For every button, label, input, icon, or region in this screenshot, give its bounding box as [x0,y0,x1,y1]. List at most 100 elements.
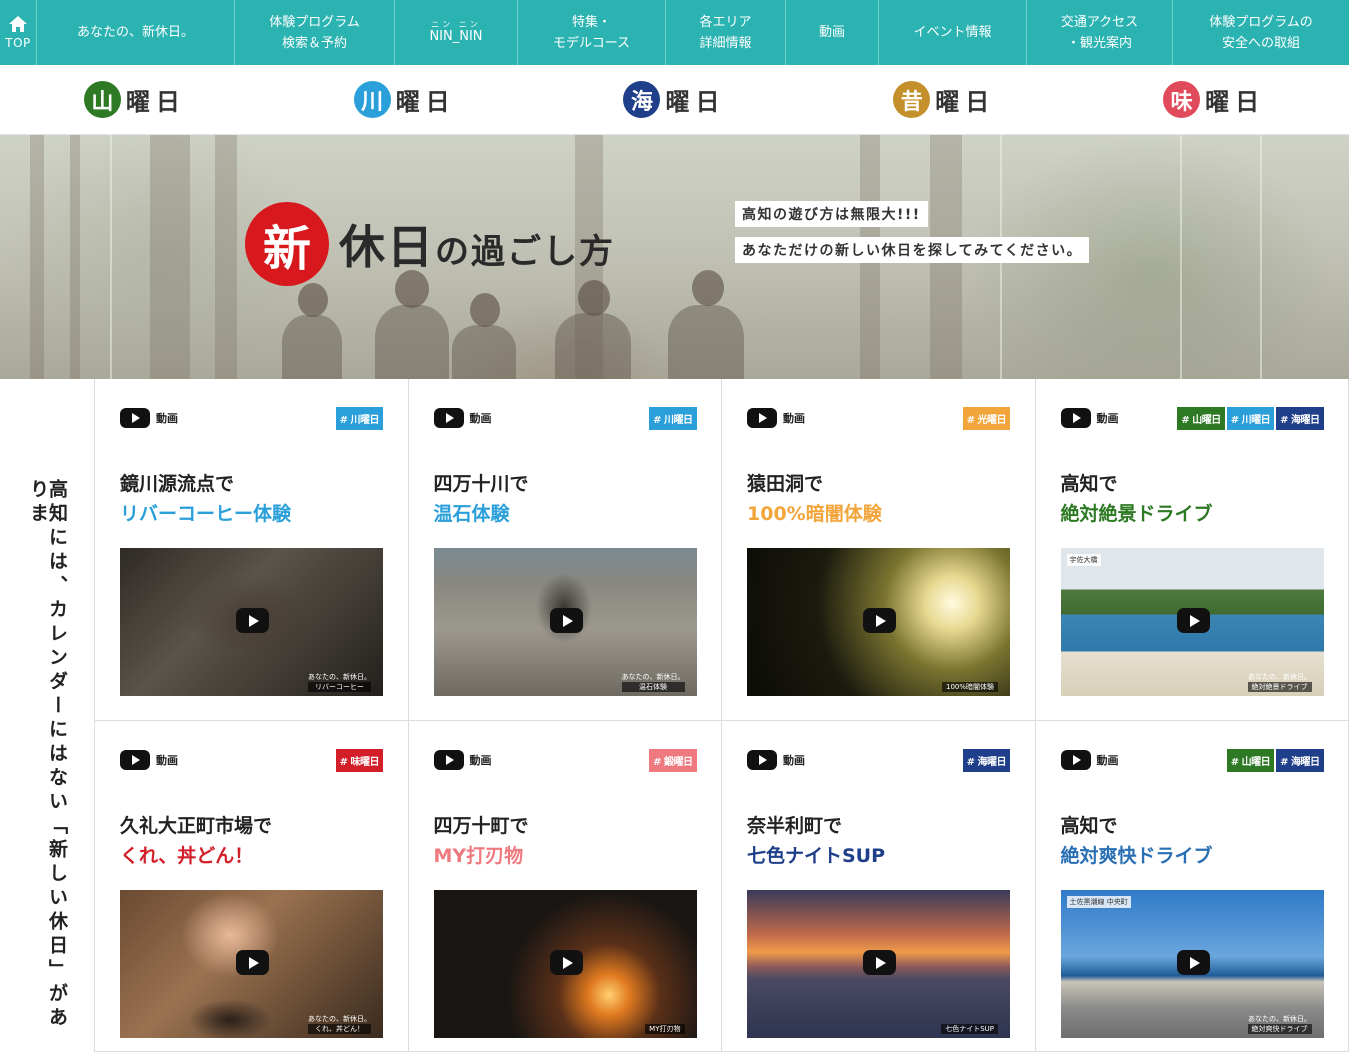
tag-list: # 山曜日 # 海曜日 [1226,748,1324,772]
thumbnail-brand: あなたの、新休日。 [1248,673,1311,681]
video-card[interactable]: 動画 # 川曜日 鏡川源流点で リバーコーヒー体験 あなたの、新休日。 リバーコ… [95,379,409,721]
video-thumbnail[interactable]: 七色ナイトSUP [747,890,1010,1038]
video-label: 動画 [1096,412,1119,425]
video-label: 動画 [156,412,178,425]
youtube-icon [1060,408,1091,428]
card-title-line1: 高知で [1060,473,1118,495]
video-thumbnail[interactable]: 土佐黒潮線 中央町 あなたの、新休日。 絶対爽快ドライブ [1060,890,1324,1038]
youtube-icon [120,750,150,770]
video-badge: 動画 [120,408,178,428]
card-title-line1: 久礼大正町市場で [120,815,273,837]
play-button-icon[interactable] [549,950,583,975]
video-card[interactable]: 動画 # 川曜日 四万十川で 温石体験 あなたの、新休日。 温石体験 [408,379,722,721]
video-thumbnail[interactable]: MY打刃物 [433,890,697,1038]
thumbnail-brand: あなたの、新休日。 [621,673,685,681]
play-button-icon[interactable] [1176,608,1210,633]
day-taste-link[interactable]: 味 曜日 [1079,65,1349,134]
video-thumbnail[interactable]: 宇佐大橋 あなたの、新休日。 絶対絶景ドライブ [1060,548,1324,696]
video-card[interactable]: 動画 # 味曜日 久礼大正町市場で くれ、丼どん！ あなたの、新休日。 くれ、丼… [95,721,409,1052]
day-category-bar: 山 曜日 川 曜日 海 曜日 昔 曜日 味 曜日 [0,65,1349,135]
thumbnail-caption-name: MY打刃物 [645,1024,685,1034]
category-tag[interactable]: # 川曜日 [1226,406,1275,430]
tag-list: # 川曜日 [649,406,697,430]
tag-list: # 光曜日 [962,406,1010,430]
video-card[interactable]: 動画 # 光曜日 猿田洞で 100%暗闇体験 100%暗闇体験 [722,379,1036,721]
day-suffix: 曜日 [395,88,456,116]
category-tag[interactable]: # 山曜日 [1226,748,1275,772]
play-button-icon[interactable] [236,950,269,975]
youtube-icon [433,750,464,770]
thumbnail-caption: あなたの、新休日。 絶対絶景ドライブ [1247,672,1312,692]
category-tag[interactable]: # 鍛曜日 [649,748,697,772]
thumbnail-caption-name: くれ、丼どん！ [308,1024,371,1034]
nav-item-area-info[interactable]: 各エリア 詳細情報 [666,0,786,65]
play-button-icon[interactable] [236,608,269,633]
category-tag[interactable]: # 光曜日 [962,406,1010,430]
tag-list: # 鍛曜日 [649,748,697,772]
card-title-line1: 猿田洞で [747,473,824,495]
day-old-times-link[interactable]: 昔 曜日 [809,65,1079,134]
video-card[interactable]: 動画 # 鍛曜日 四万十町で MY打刃物 MY打刃物 [408,721,722,1052]
thumbnail-caption: あなたの、新休日。 リバーコーヒー [308,672,371,692]
video-card[interactable]: 動画 # 山曜日 # 川曜日 # 海曜日 高知で 絶対絶景ドライブ 宇佐大橋 あなた… [1035,379,1349,721]
thumbnail-brand: あなたの、新休日。 [308,1015,371,1023]
card-title-line2: 七色ナイトSUP [747,845,886,867]
play-button-icon[interactable] [863,608,896,633]
video-thumbnail[interactable]: あなたの、新休日。 くれ、丼どん！ [120,890,383,1038]
card-title-line2: MY打刃物 [433,845,524,867]
category-tag[interactable]: # 海曜日 [1276,748,1324,772]
thumbnail-caption-name: リバーコーヒー [308,682,371,692]
top-home-link[interactable]: TOP [0,0,37,65]
thumbnail-caption-name: 絶対絶景ドライブ [1247,682,1312,692]
video-label: 動画 [469,754,492,767]
day-sea-link[interactable]: 海 曜日 [540,65,810,134]
category-tag[interactable]: # 海曜日 [1276,406,1324,430]
hero-title: 新 休日の過ごし方 [245,202,615,286]
day-mountain-link[interactable]: 山 曜日 [0,65,270,134]
video-badge: 動画 [433,750,492,770]
nav-item-program-search[interactable]: 体験プログラム 検索＆予約 [235,0,395,65]
side-vertical-text: 高知には、カレンダーにはない「新しい休日」がありま [27,479,68,1031]
card-title-line1: 四万十町で [433,815,529,837]
day-river-link[interactable]: 川 曜日 [270,65,540,134]
category-tag[interactable]: # 川曜日 [335,406,383,430]
thumbnail-caption: 七色ナイトSUP [941,1024,998,1034]
card-title-line2: 絶対絶景ドライブ [1060,503,1213,525]
nav-item-access[interactable]: 交通アクセス ・観光案内 [1027,0,1173,65]
video-thumbnail[interactable]: あなたの、新休日。 温石体験 [433,548,697,696]
nav-item-feature-course[interactable]: 特集・ モデルコース [518,0,666,65]
thumbnail-brand: あなたの、新休日。 [1248,1015,1311,1023]
play-button-icon[interactable] [549,608,583,633]
thumbnail-caption: あなたの、新休日。 絶対爽快ドライブ [1247,1014,1312,1034]
thumbnail-caption: 100%暗闇体験 [941,682,998,692]
play-button-icon[interactable] [863,950,896,975]
youtube-icon [747,750,777,770]
nav-item-ninnin[interactable]: ニン ニン NIN_NIN [395,0,518,65]
video-label: 動画 [156,754,178,767]
category-tag[interactable]: # 川曜日 [649,406,697,430]
youtube-icon [120,408,150,428]
youtube-icon [747,408,777,428]
category-tag[interactable]: # 海曜日 [962,748,1010,772]
card-title-line2: 絶対爽快ドライブ [1060,845,1213,867]
card-title-line2: くれ、丼どん！ [120,845,254,867]
thumbnail-caption: MY打刃物 [645,1024,685,1034]
video-badge: 動画 [747,750,805,770]
hero-subtitle: 高知の遊び方は無限大!!! あなただけの新しい休日を探してみてください。 [735,201,1090,273]
hero-banner: 新 休日の過ごし方 高知の遊び方は無限大!!! あなただけの新しい休日を探してみ… [0,135,1349,379]
card-title-line2: 100%暗闇体験 [747,503,882,525]
video-card[interactable]: 動画 # 山曜日 # 海曜日 高知で 絶対爽快ドライブ 土佐黒潮線 中央町 あなた… [1035,721,1349,1052]
video-label: 動画 [469,412,492,425]
category-tag[interactable]: # 山曜日 [1177,406,1225,430]
video-thumbnail[interactable]: 100%暗闇体験 [747,548,1010,696]
card-title-line1: 鏡川源流点で [120,473,235,495]
nav-item-video[interactable]: 動画 [786,0,879,65]
video-thumbnail[interactable]: あなたの、新休日。 リバーコーヒー [120,548,383,696]
thumbnail-sign-text: 宇佐大橋 [1066,554,1101,566]
play-button-icon[interactable] [1176,950,1210,975]
video-card[interactable]: 動画 # 海曜日 奈半利町で 七色ナイトSUP 七色ナイトSUP [722,721,1036,1052]
category-tag[interactable]: # 味曜日 [335,748,383,772]
nav-item-events[interactable]: イベント情報 [879,0,1027,65]
nav-item-new-holiday[interactable]: あなたの、新休日。 [37,0,235,65]
nav-item-safety[interactable]: 体験プログラムの 安全への取組 [1173,0,1349,65]
